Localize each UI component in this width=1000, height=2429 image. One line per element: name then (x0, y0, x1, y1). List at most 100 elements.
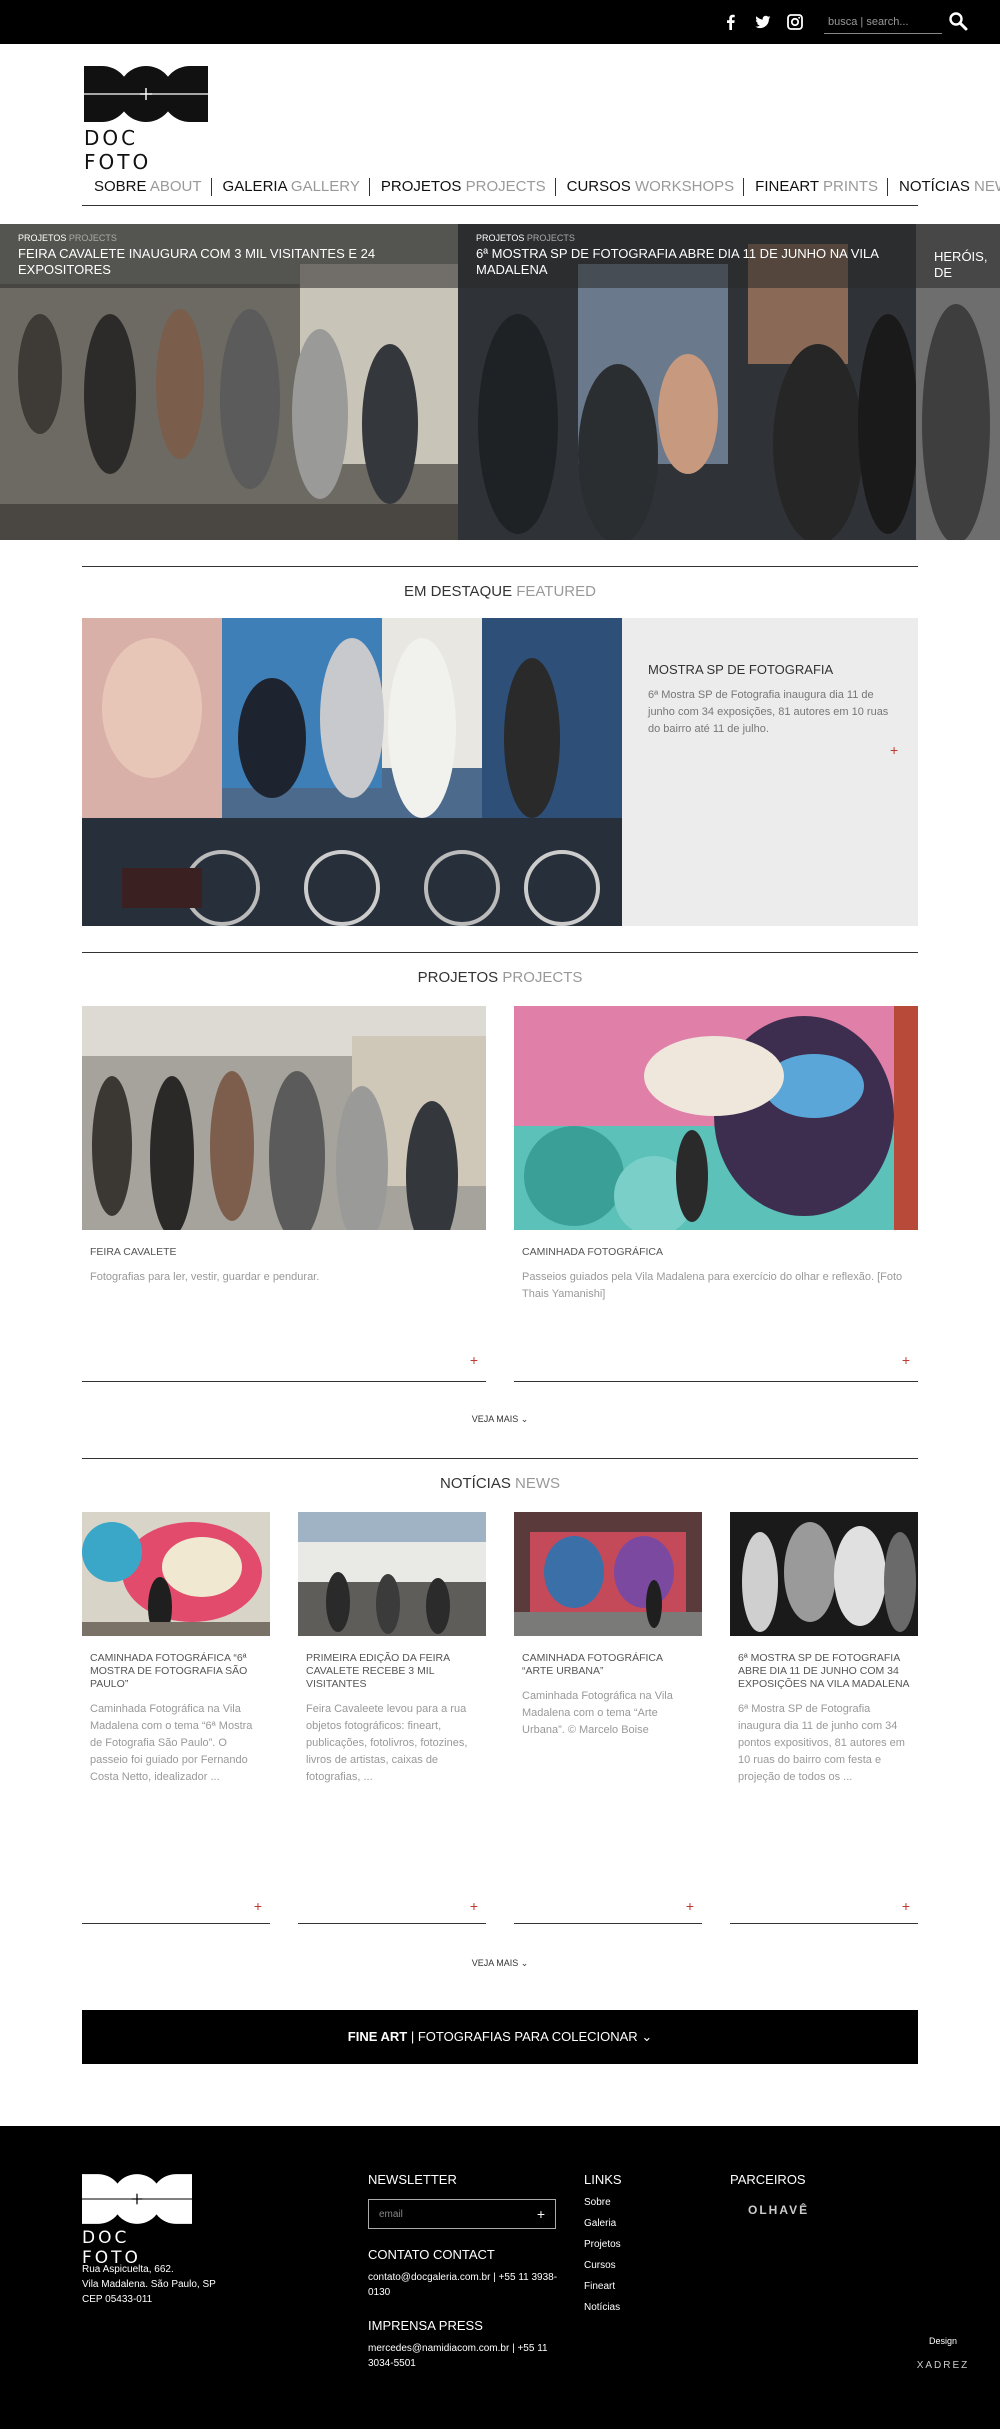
logo-mark (84, 66, 208, 122)
slide-category: PROJETOS (18, 233, 67, 243)
instagram-icon[interactable] (786, 13, 804, 31)
footer-logo[interactable]: DOC FOTO (82, 2174, 192, 2268)
news-card[interactable]: CAMINHADA FOTOGRÁFICA “ARTE URBANA” Cami… (514, 1512, 702, 1924)
logo-text: DOC FOTO (84, 126, 152, 174)
projects-more-link[interactable]: VEJA MAIS ⌄ (0, 1414, 1000, 1425)
section-title-en: NEWS (515, 1475, 560, 1492)
nav-item-workshops[interactable]: CURSOS WORKSHOPS (554, 177, 744, 196)
section-title-en: FEATURED (516, 583, 596, 600)
project-title: FEIRA CAVALETE (90, 1246, 177, 1258)
footer-links: LINKS Sobre Galeria Projetos Cursos Fine… (584, 2172, 622, 2313)
newsletter-title: NEWSLETTER (368, 2172, 457, 2187)
news-more-link[interactable]: VEJA MAIS ⌄ (0, 1958, 1000, 1969)
featured-card[interactable]: MOSTRA SP DE FOTOGRAFIA 6ª Mostra SP de … (82, 618, 918, 926)
news-section-heading: NOTÍCIAS NEWS (82, 1458, 918, 1492)
news-plus-icon[interactable]: + (254, 1898, 262, 1914)
contact-text[interactable]: contato@docgaleria.com.br | +55 11 3938-… (368, 2270, 568, 2300)
footer-link-galeria[interactable]: Galeria (584, 2218, 622, 2229)
slide-herois[interactable]: HERÓIS, DE (916, 224, 1000, 540)
design-label: Design (928, 2336, 957, 2346)
nav-item-projects[interactable]: PROJETOS PROJECTS (368, 177, 555, 196)
design-credit[interactable]: Design XADREZ (914, 2336, 972, 2371)
slide-category: PROJETOS (476, 233, 525, 243)
press-title: IMPRENSA PRESS (368, 2318, 483, 2333)
slide-feira-cavalete[interactable]: PROJETOS PROJECTS FEIRA CAVALETE INAUGUR… (0, 224, 458, 540)
card-divider (298, 1923, 486, 1924)
news-card[interactable]: 6ª MOSTRA SP DE FOTOGRAFIA ABRE DIA 11 D… (730, 1512, 918, 1924)
project-title: CAMINHADA FOTOGRÁFICA (522, 1246, 663, 1258)
slide-caption: HERÓIS, DE (916, 224, 1000, 288)
fineart-banner[interactable]: FINE ART | FOTOGRAFIAS PARA COLECIONAR ⌄ (82, 2010, 918, 2064)
slide-category-en: PROJECTS (68, 233, 117, 243)
partner-logo-olhave[interactable]: OLHAVÊ (748, 2203, 809, 2217)
news-title: CAMINHADA FOTOGRÁFICA “ARTE URBANA” (522, 1652, 663, 1677)
news-body: Feira Cavaleete levou para a rua objetos… (306, 1703, 468, 1783)
section-title: EM DESTAQUE (404, 583, 513, 600)
chevron-down-icon: ⌄ (520, 1414, 529, 1424)
press-text[interactable]: mercedes@namidiacom.com.br | +55 11 3034… (368, 2341, 568, 2371)
search-icon[interactable] (948, 11, 968, 31)
slide-mostra-sp[interactable]: PROJETOS PROJECTS 6ª MOSTRA SP DE FOTOGR… (458, 224, 916, 540)
links-title: LINKS (584, 2172, 622, 2187)
nav-item-about[interactable]: SOBRE ABOUT (82, 178, 211, 196)
plus-icon[interactable]: + (537, 2206, 545, 2222)
nav-label: PROJETOS (380, 177, 462, 195)
project-plus-icon[interactable]: + (470, 1352, 478, 1368)
featured-plus-icon[interactable]: + (890, 742, 898, 758)
featured-image (82, 618, 622, 926)
news-plus-icon[interactable]: + (470, 1898, 478, 1914)
twitter-icon[interactable] (754, 13, 772, 31)
card-divider (730, 1923, 918, 1924)
address-line: Rua Aspicuelta, 662. (82, 2264, 174, 2275)
newsletter-form: + (368, 2199, 556, 2229)
logo-mark (82, 2174, 192, 2224)
nav-item-news[interactable]: NOTÍCIAS NEWS (887, 177, 1000, 196)
slide-caption: PROJETOS PROJECTS FEIRA CAVALETE INAUGUR… (0, 224, 458, 288)
news-image (730, 1512, 918, 1636)
nav-item-prints[interactable]: FINEART PRINTS (743, 177, 887, 196)
search-input[interactable] (824, 12, 942, 32)
footer-link-fineart[interactable]: Fineart (584, 2281, 622, 2292)
top-bar (0, 0, 1000, 44)
site-footer: DOC FOTO Rua Aspicuelta, 662. Vila Madal… (0, 2126, 1000, 2429)
featured-title: MOSTRA SP DE FOTOGRAFIA (648, 662, 834, 677)
featured-body: 6ª Mostra SP de Fotografia inaugura dia … (648, 689, 889, 735)
more-label: VEJA MAIS (471, 1958, 519, 1968)
footer-link-cursos[interactable]: Cursos (584, 2260, 622, 2271)
fineart-strong: FINE ART (347, 2029, 408, 2044)
nav-item-gallery[interactable]: GALERIA GALLERY (210, 177, 369, 196)
footer-link-sobre[interactable]: Sobre (584, 2197, 622, 2208)
facebook-icon[interactable] (722, 13, 740, 31)
chevron-down-icon: ⌄ (520, 1958, 529, 1968)
news-title: CAMINHADA FOTOGRÁFICA “6ª MOSTRA DE FOTO… (90, 1652, 248, 1690)
hero-slider: PROJETOS PROJECTS FEIRA CAVALETE INAUGUR… (0, 224, 1000, 540)
nav-label-en: PRINTS (822, 177, 878, 195)
footer-link-projetos[interactable]: Projetos (584, 2239, 622, 2250)
site-logo[interactable]: DOC FOTO (84, 66, 208, 174)
address: Rua Aspicuelta, 662. Vila Madalena. São … (82, 2262, 216, 2307)
nav-label: CURSOS (566, 177, 631, 195)
news-title: PRIMEIRA EDIÇÃO DA FEIRA CAVALETE RECEBE… (306, 1652, 450, 1690)
newsletter-email-input[interactable] (369, 2200, 529, 2228)
footer-partners: PARCEIROS OLHAVÊ (730, 2172, 809, 2217)
news-plus-icon[interactable]: + (902, 1898, 910, 1914)
news-card[interactable]: CAMINHADA FOTOGRÁFICA “6ª MOSTRA DE FOTO… (82, 1512, 270, 1924)
project-card-feira-cavalete[interactable]: FEIRA CAVALETE Fotografias para ler, ves… (82, 1006, 486, 1382)
news-image (514, 1512, 702, 1636)
news-title: 6ª MOSTRA SP DE FOTOGRAFIA ABRE DIA 11 D… (738, 1652, 910, 1690)
nav-label-en: ABOUT (149, 177, 202, 195)
news-image (82, 1512, 270, 1636)
nav-label-en: NEWS (974, 177, 1000, 195)
news-plus-icon[interactable]: + (686, 1898, 694, 1914)
project-card-caminhada[interactable]: CAMINHADA FOTOGRÁFICA Passeios guiados p… (514, 1006, 918, 1382)
address-line: CEP 05433-011 (82, 2294, 153, 2305)
slide-caption: PROJETOS PROJECTS 6ª MOSTRA SP DE FOTOGR… (458, 224, 916, 288)
project-plus-icon[interactable]: + (902, 1352, 910, 1368)
nav-label-en: GALLERY (290, 177, 360, 195)
news-body: 6ª Mostra SP de Fotografia inaugura dia … (738, 1703, 905, 1783)
fineart-text: FOTOGRAFIAS PARA COLECIONAR (417, 2029, 638, 2044)
footer-link-noticias[interactable]: Notícias (584, 2302, 622, 2313)
news-card[interactable]: PRIMEIRA EDIÇÃO DA FEIRA CAVALETE RECEBE… (298, 1512, 486, 1924)
news-body: Caminhada Fotográfica na Vila Madalena c… (90, 1703, 253, 1783)
chevron-down-icon: ⌄ (641, 2029, 653, 2044)
